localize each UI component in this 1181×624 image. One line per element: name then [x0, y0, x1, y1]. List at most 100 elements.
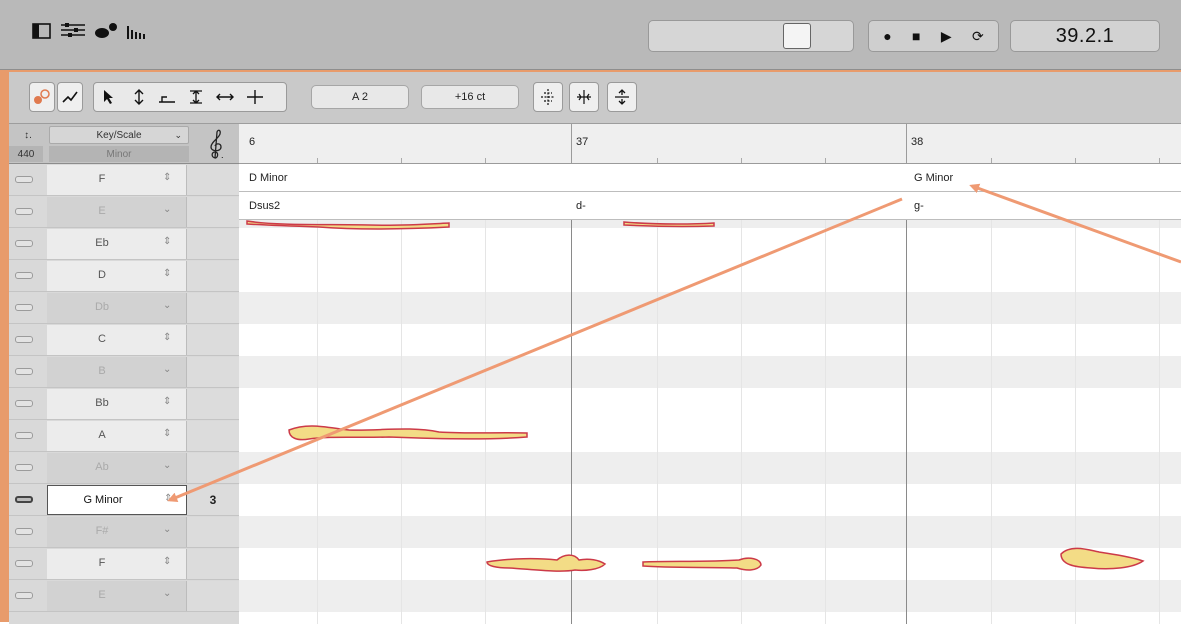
formant-tool-icon[interactable]: [158, 89, 176, 108]
pitch-field[interactable]: A 2: [311, 85, 409, 109]
sidebar-icon[interactable]: [32, 22, 52, 40]
key-row[interactable]: F# ⌄: [9, 516, 239, 548]
key-segment-d-minor[interactable]: D Minor: [249, 172, 288, 184]
note-blob[interactable]: [486, 554, 607, 572]
curve-mode-button[interactable]: [57, 82, 83, 112]
key-row[interactable]: F ⇕: [9, 548, 239, 580]
record-button[interactable]: ●: [883, 28, 891, 44]
row-handle-icon[interactable]: [15, 432, 33, 439]
key-row[interactable]: Bb ⇕: [9, 388, 239, 420]
key-scale-header[interactable]: Key/Scale ⌄: [49, 126, 189, 144]
stepper-icon[interactable]: ⇕: [163, 428, 171, 439]
mixer-icon[interactable]: [60, 22, 86, 40]
key-cell[interactable]: E ⌄: [47, 581, 187, 611]
key-row[interactable]: G Minor ⇕ 3: [9, 484, 239, 516]
stepper-icon[interactable]: ⇕: [163, 268, 171, 279]
key-segment-g-minor[interactable]: G Minor: [914, 172, 953, 184]
key-cell[interactable]: F ⇕: [47, 549, 187, 579]
tuning-value[interactable]: 440: [9, 146, 43, 162]
row-handle-icon[interactable]: [15, 560, 33, 567]
row-handle-icon[interactable]: [15, 592, 33, 599]
level-button[interactable]: [607, 82, 637, 112]
stepper-icon[interactable]: ⇕: [163, 236, 171, 247]
row-handle-icon[interactable]: [15, 400, 33, 407]
play-button[interactable]: ▶: [941, 28, 952, 45]
key-track[interactable]: D Minor G Minor: [239, 164, 1181, 192]
row-handle-icon[interactable]: [15, 336, 33, 343]
key-cell[interactable]: F ⇕: [47, 165, 187, 195]
note-blob[interactable]: [1060, 547, 1145, 570]
stepper-icon[interactable]: ⌄: [163, 364, 171, 375]
key-row[interactable]: E ⌄: [9, 580, 239, 612]
key-cell[interactable]: E ⌄: [47, 197, 187, 227]
note-blob[interactable]: [246, 220, 450, 230]
stepper-icon[interactable]: ⇕: [163, 556, 171, 567]
stepper-icon[interactable]: ⌄: [163, 524, 171, 535]
row-handle-icon[interactable]: [15, 528, 33, 535]
key-cell[interactable]: G Minor ⇕: [47, 485, 187, 515]
note-blob[interactable]: [288, 425, 528, 441]
key-cell[interactable]: Db ⌄: [47, 293, 187, 323]
spectrum-icon[interactable]: [126, 22, 148, 40]
note-blob[interactable]: [642, 557, 762, 571]
row-handle-icon[interactable]: [15, 240, 33, 247]
key-row[interactable]: B ⌄: [9, 356, 239, 388]
timeline-ruler[interactable]: 6 37 38: [239, 124, 1181, 164]
arrow-tool-icon[interactable]: [102, 89, 116, 108]
tuning-menu[interactable]: ↕.: [13, 126, 43, 144]
pitch-tool-icon[interactable]: [132, 89, 146, 108]
row-handle-icon[interactable]: [15, 464, 33, 471]
key-cell[interactable]: Bb ⇕: [47, 389, 187, 419]
stepper-icon[interactable]: ⇕: [164, 493, 172, 504]
stepper-icon[interactable]: ⇕: [163, 332, 171, 343]
loop-button[interactable]: ⟳: [972, 28, 984, 45]
pitch-grid[interactable]: D Minor G Minor Dsus2 d- g-: [239, 164, 1181, 624]
position-slider[interactable]: [648, 20, 854, 52]
key-row[interactable]: C ⇕: [9, 324, 239, 356]
key-cell[interactable]: Ab ⌄: [47, 453, 187, 483]
cents-field[interactable]: +16 ct: [421, 85, 519, 109]
key-cell[interactable]: D ⇕: [47, 261, 187, 291]
stop-button[interactable]: ■: [912, 28, 920, 44]
position-slider-handle[interactable]: [783, 23, 811, 49]
key-row[interactable]: E ⌄: [9, 196, 239, 228]
pitch-center-button[interactable]: [533, 82, 563, 112]
row-handle-icon[interactable]: [15, 272, 33, 279]
key-cell[interactable]: F# ⌄: [47, 517, 187, 547]
row-handle-icon[interactable]: [15, 368, 33, 375]
stepper-icon[interactable]: ⌄: [163, 204, 171, 215]
key-cell[interactable]: Eb ⇕: [47, 229, 187, 259]
chord-dsus2[interactable]: Dsus2: [249, 200, 280, 212]
key-row[interactable]: F ⇕: [9, 164, 239, 196]
key-cell[interactable]: A ⇕: [47, 421, 187, 451]
key-row[interactable]: Eb ⇕: [9, 228, 239, 260]
chord-d-minor[interactable]: d-: [576, 200, 586, 212]
time-tool-icon[interactable]: [216, 89, 234, 108]
row-handle-icon[interactable]: [15, 176, 33, 183]
chord-track[interactable]: Dsus2 d- g-: [239, 192, 1181, 220]
row-handle-icon[interactable]: [15, 496, 33, 503]
note-blob[interactable]: [623, 221, 715, 228]
stepper-icon[interactable]: ⌄: [163, 300, 171, 311]
treble-clef-icon[interactable]: .: [199, 128, 233, 160]
key-row[interactable]: D ⇕: [9, 260, 239, 292]
stepper-icon[interactable]: ⌄: [163, 460, 171, 471]
key-name: A: [98, 429, 106, 441]
key-cell[interactable]: B ⌄: [47, 357, 187, 387]
amplitude-tool-icon[interactable]: [188, 89, 204, 108]
row-handle-icon[interactable]: [15, 208, 33, 215]
key-row[interactable]: Db ⌄: [9, 292, 239, 324]
stepper-icon[interactable]: ⌄: [163, 588, 171, 599]
stepper-icon[interactable]: ⇕: [163, 172, 171, 183]
ruler-tick: [1075, 158, 1076, 163]
separation-tool-icon[interactable]: [246, 89, 264, 108]
row-handle-icon[interactable]: [15, 304, 33, 311]
quantize-time-button[interactable]: [569, 82, 599, 112]
key-cell[interactable]: C ⇕: [47, 325, 187, 355]
pitch-mode-button[interactable]: [29, 82, 55, 112]
chord-g-minor[interactable]: g-: [914, 200, 924, 212]
stepper-icon[interactable]: ⇕: [163, 396, 171, 407]
key-row[interactable]: A ⇕: [9, 420, 239, 452]
blob-icon[interactable]: [94, 22, 118, 40]
key-row[interactable]: Ab ⌄: [9, 452, 239, 484]
